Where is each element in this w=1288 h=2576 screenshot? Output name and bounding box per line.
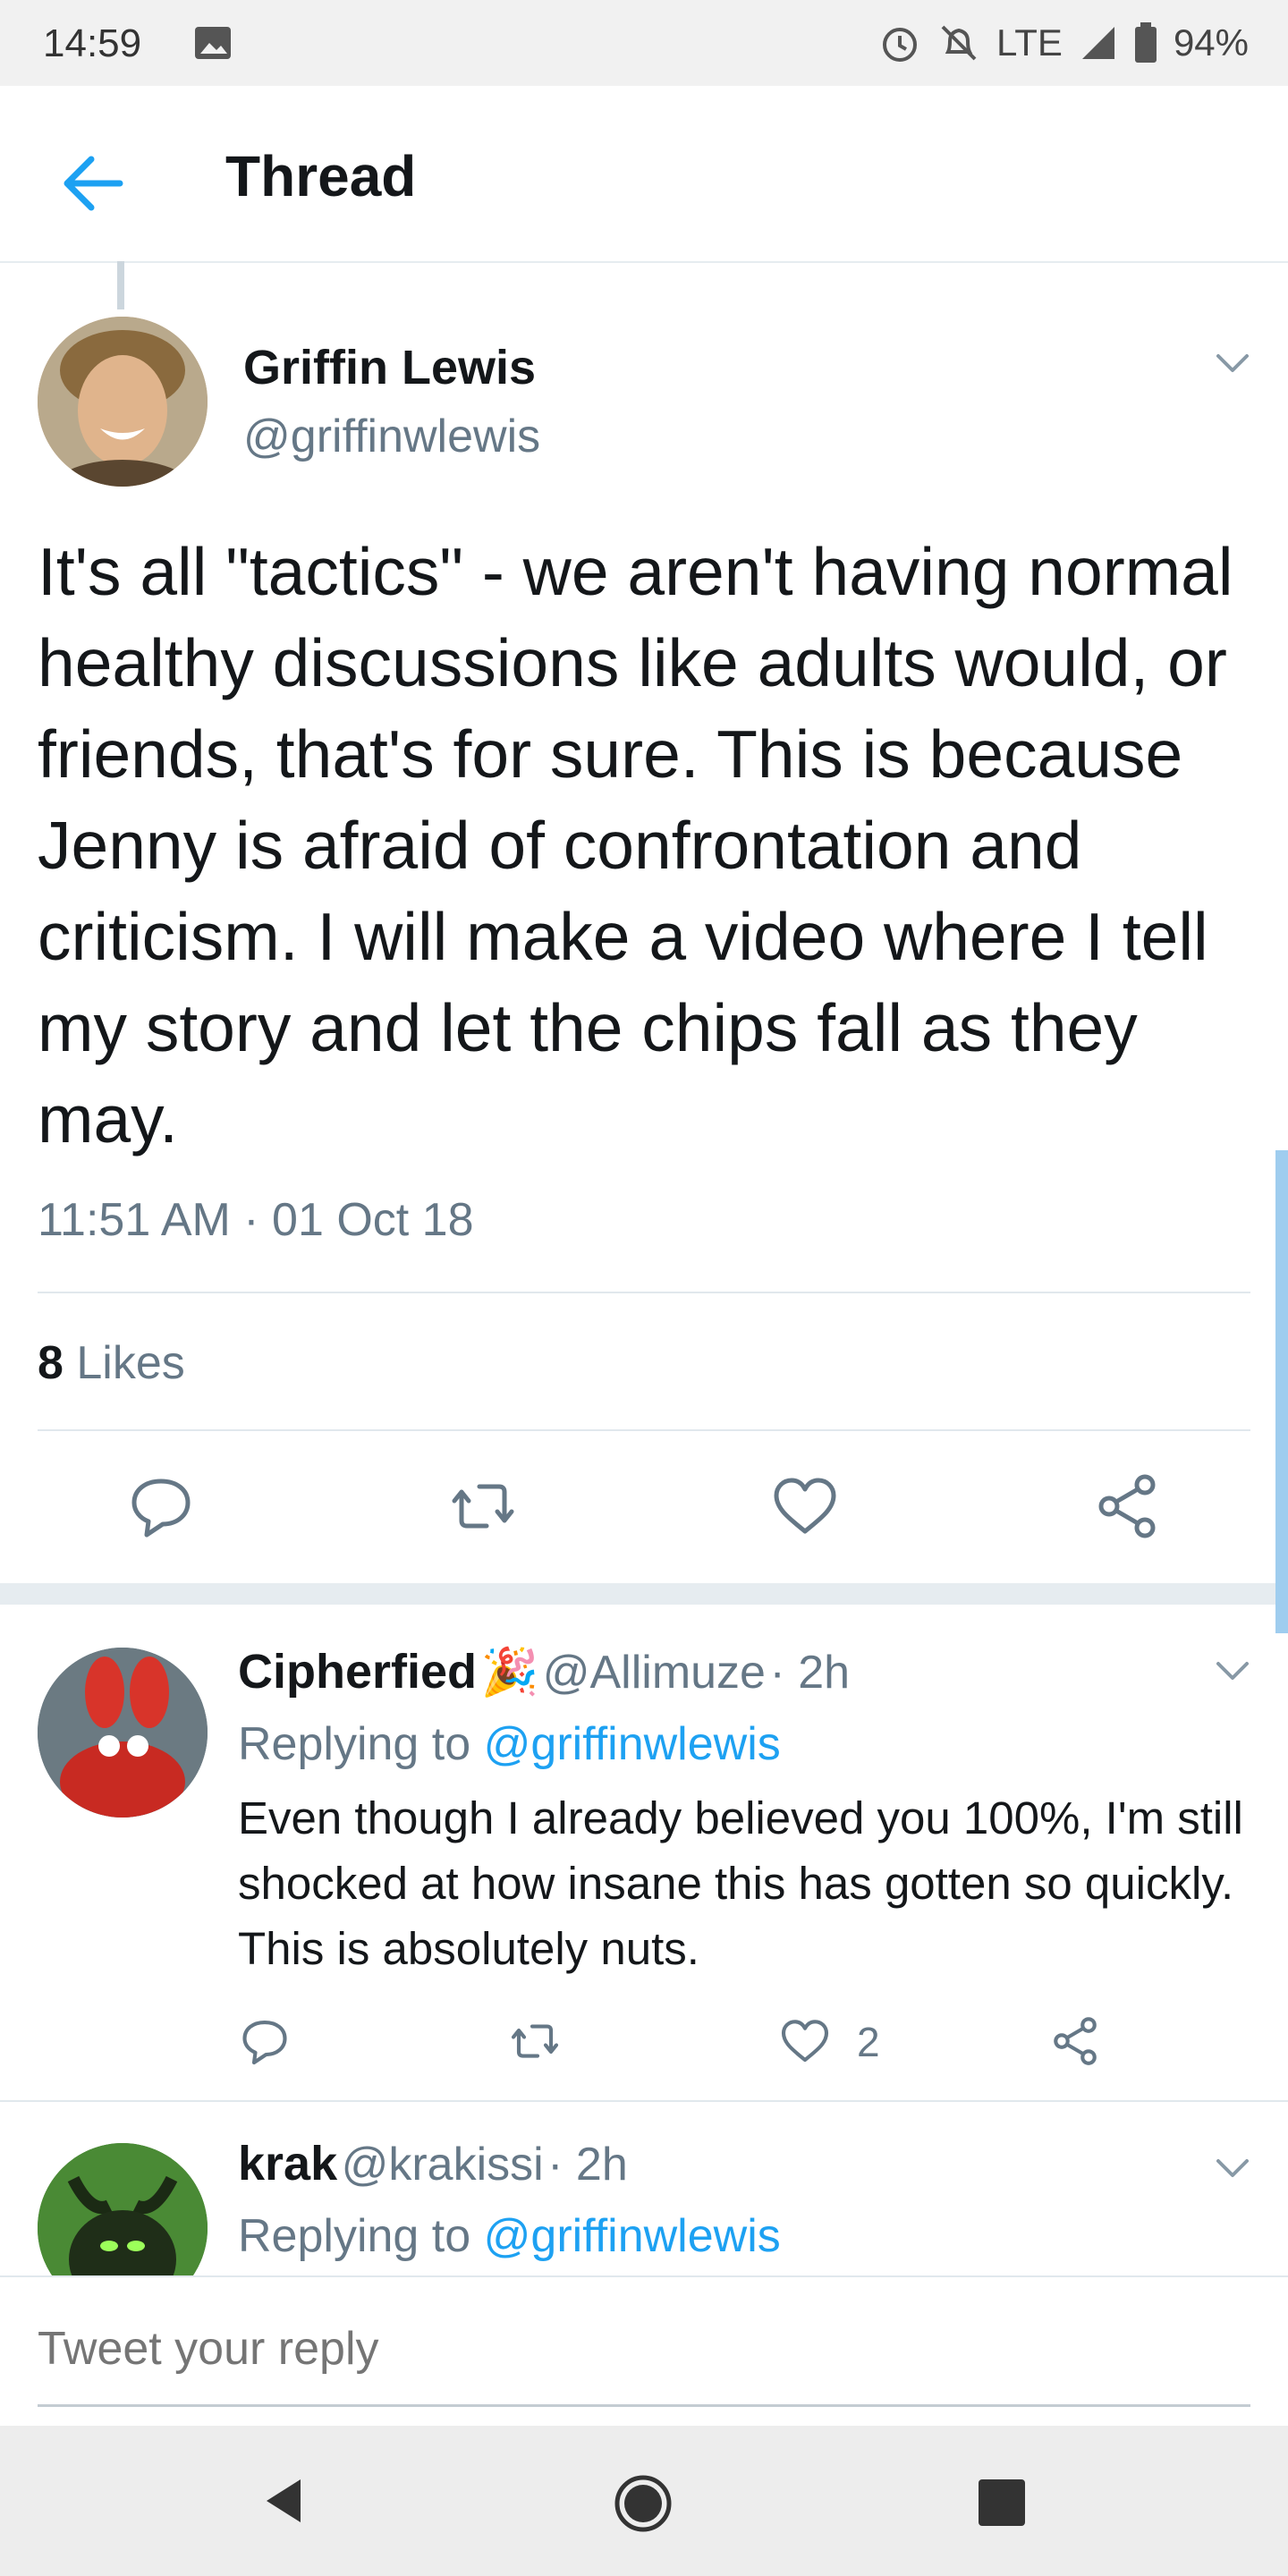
reply-icon[interactable] xyxy=(125,1470,197,1542)
reply-avatar[interactable] xyxy=(38,1648,208,1818)
reply-header: krak @krakissi · 2h xyxy=(238,2136,628,2191)
reply-author-name[interactable]: Cipherfied xyxy=(238,1645,477,1699)
replying-to-line: Replying to @griffinwlewis xyxy=(238,2209,781,2263)
battery-icon xyxy=(1134,22,1157,63)
author-name[interactable]: Griffin Lewis xyxy=(243,340,536,395)
likes-label: Likes xyxy=(76,1337,185,1389)
reply-author-handle[interactable]: @Allimuze xyxy=(543,1647,766,1699)
reply-header: Cipherfied 🎉 @Allimuze · 2h xyxy=(238,1644,850,1699)
nav-recents-icon[interactable] xyxy=(977,2478,1027,2528)
share-icon[interactable] xyxy=(1048,2014,1102,2068)
scrollbar[interactable] xyxy=(1275,1150,1288,1633)
reply-time: · 2h xyxy=(769,1647,851,1699)
chevron-down-icon[interactable] xyxy=(1213,2148,1252,2188)
reply-author-handle[interactable]: @krakissi xyxy=(342,2139,544,2190)
app-header xyxy=(0,86,1288,263)
reply-text: Even though I already believed you 100%,… xyxy=(238,1792,1243,1974)
reply-author-name[interactable]: krak xyxy=(238,2137,337,2190)
nav-home-icon[interactable] xyxy=(614,2474,673,2533)
party-emoji: 🎉 xyxy=(480,1647,539,1699)
reply-icon[interactable] xyxy=(238,2014,292,2068)
divider xyxy=(38,1429,1250,1431)
chevron-down-icon[interactable] xyxy=(1213,343,1252,383)
retweet-icon[interactable] xyxy=(508,2014,562,2068)
tweet-timestamp: 11:51 AM · 01 Oct 18 xyxy=(38,1194,474,1246)
back-arrow-icon[interactable] xyxy=(55,143,136,224)
likes-summary[interactable]: 8 Likes xyxy=(38,1336,185,1390)
image-icon xyxy=(195,27,231,59)
reply-time: · 2h xyxy=(547,2139,628,2190)
section-separator xyxy=(0,1583,1288,1605)
replying-to-prefix: Replying to xyxy=(238,2210,471,2262)
divider xyxy=(0,2100,1288,2102)
divider xyxy=(38,1292,1250,1293)
alarm-icon xyxy=(883,28,918,62)
thread-connector-line xyxy=(117,261,124,309)
page-title: Thread xyxy=(225,144,417,208)
avatar[interactable] xyxy=(38,317,208,487)
like-icon[interactable] xyxy=(778,2014,832,2068)
tweet-text: It's all "tactics" - we aren't having no… xyxy=(38,534,1233,1157)
like-icon[interactable] xyxy=(769,1470,841,1542)
signal-icon xyxy=(1081,27,1114,59)
author-handle[interactable]: @griffinwlewis xyxy=(243,410,540,463)
reply-input[interactable] xyxy=(38,2322,1250,2376)
replying-to-line: Replying to @griffinwlewis xyxy=(238,1717,781,1771)
mute-icon xyxy=(941,25,977,61)
likes-count: 8 xyxy=(38,1337,64,1389)
network-label: LTE xyxy=(996,21,1063,64)
battery-percent: 94% xyxy=(1173,21,1249,64)
replying-to-prefix: Replying to xyxy=(238,1718,471,1770)
replying-to-link[interactable]: @griffinwlewis xyxy=(484,1718,781,1770)
like-count: 2 xyxy=(857,2019,880,2065)
status-icons: LTE 94% xyxy=(878,21,1249,64)
share-icon[interactable] xyxy=(1091,1470,1163,1542)
status-time: 14:59 xyxy=(43,21,142,65)
chevron-down-icon[interactable] xyxy=(1213,1651,1252,1690)
nav-back-icon[interactable] xyxy=(258,2474,311,2528)
retweet-icon[interactable] xyxy=(447,1470,519,1542)
reply-input-underline xyxy=(38,2404,1250,2407)
replying-to-link[interactable]: @griffinwlewis xyxy=(484,2210,781,2262)
